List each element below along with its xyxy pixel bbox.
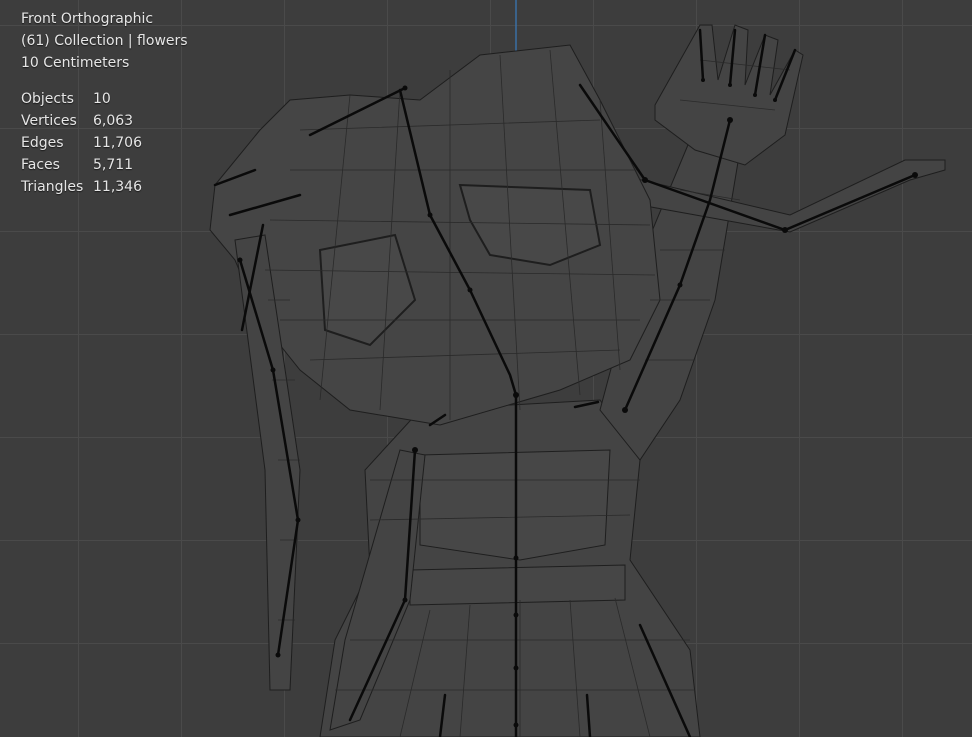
stat-row-faces: Faces 5,711 xyxy=(21,154,188,176)
stat-value: 5,711 xyxy=(93,157,134,173)
stat-row-objects: Objects 10 xyxy=(21,88,188,110)
view-name: Front Orthographic xyxy=(21,11,154,27)
stat-row-vertices: Vertices 6,063 xyxy=(21,110,188,132)
stat-value: 6,063 xyxy=(93,113,134,129)
skirt-band xyxy=(409,564,626,606)
stat-value: 11,706 xyxy=(93,135,142,151)
stat-label: Triangles xyxy=(21,179,84,195)
grid-scale: 10 Centimeters xyxy=(21,55,130,71)
stat-label: Vertices xyxy=(21,113,77,129)
stat-row-edges: Edges 11,706 xyxy=(21,132,188,154)
3d-viewport[interactable]: Front Orthographic (61) Collection | flo… xyxy=(0,0,972,737)
scene-statistics: Objects 10 Vertices 6,063 Edges 11,706 F… xyxy=(21,88,188,198)
collection-info: (61) Collection | flowers xyxy=(21,33,188,49)
stat-label: Objects xyxy=(21,91,74,107)
hand-mesh xyxy=(654,24,804,166)
viewport-info-overlay: Front Orthographic (61) Collection | flo… xyxy=(21,8,188,198)
stat-value: 11,346 xyxy=(93,179,142,195)
stat-label: Faces xyxy=(21,157,60,173)
stat-label: Edges xyxy=(21,135,64,151)
stat-row-triangles: Triangles 11,346 xyxy=(21,176,188,198)
stat-value: 10 xyxy=(93,91,111,107)
